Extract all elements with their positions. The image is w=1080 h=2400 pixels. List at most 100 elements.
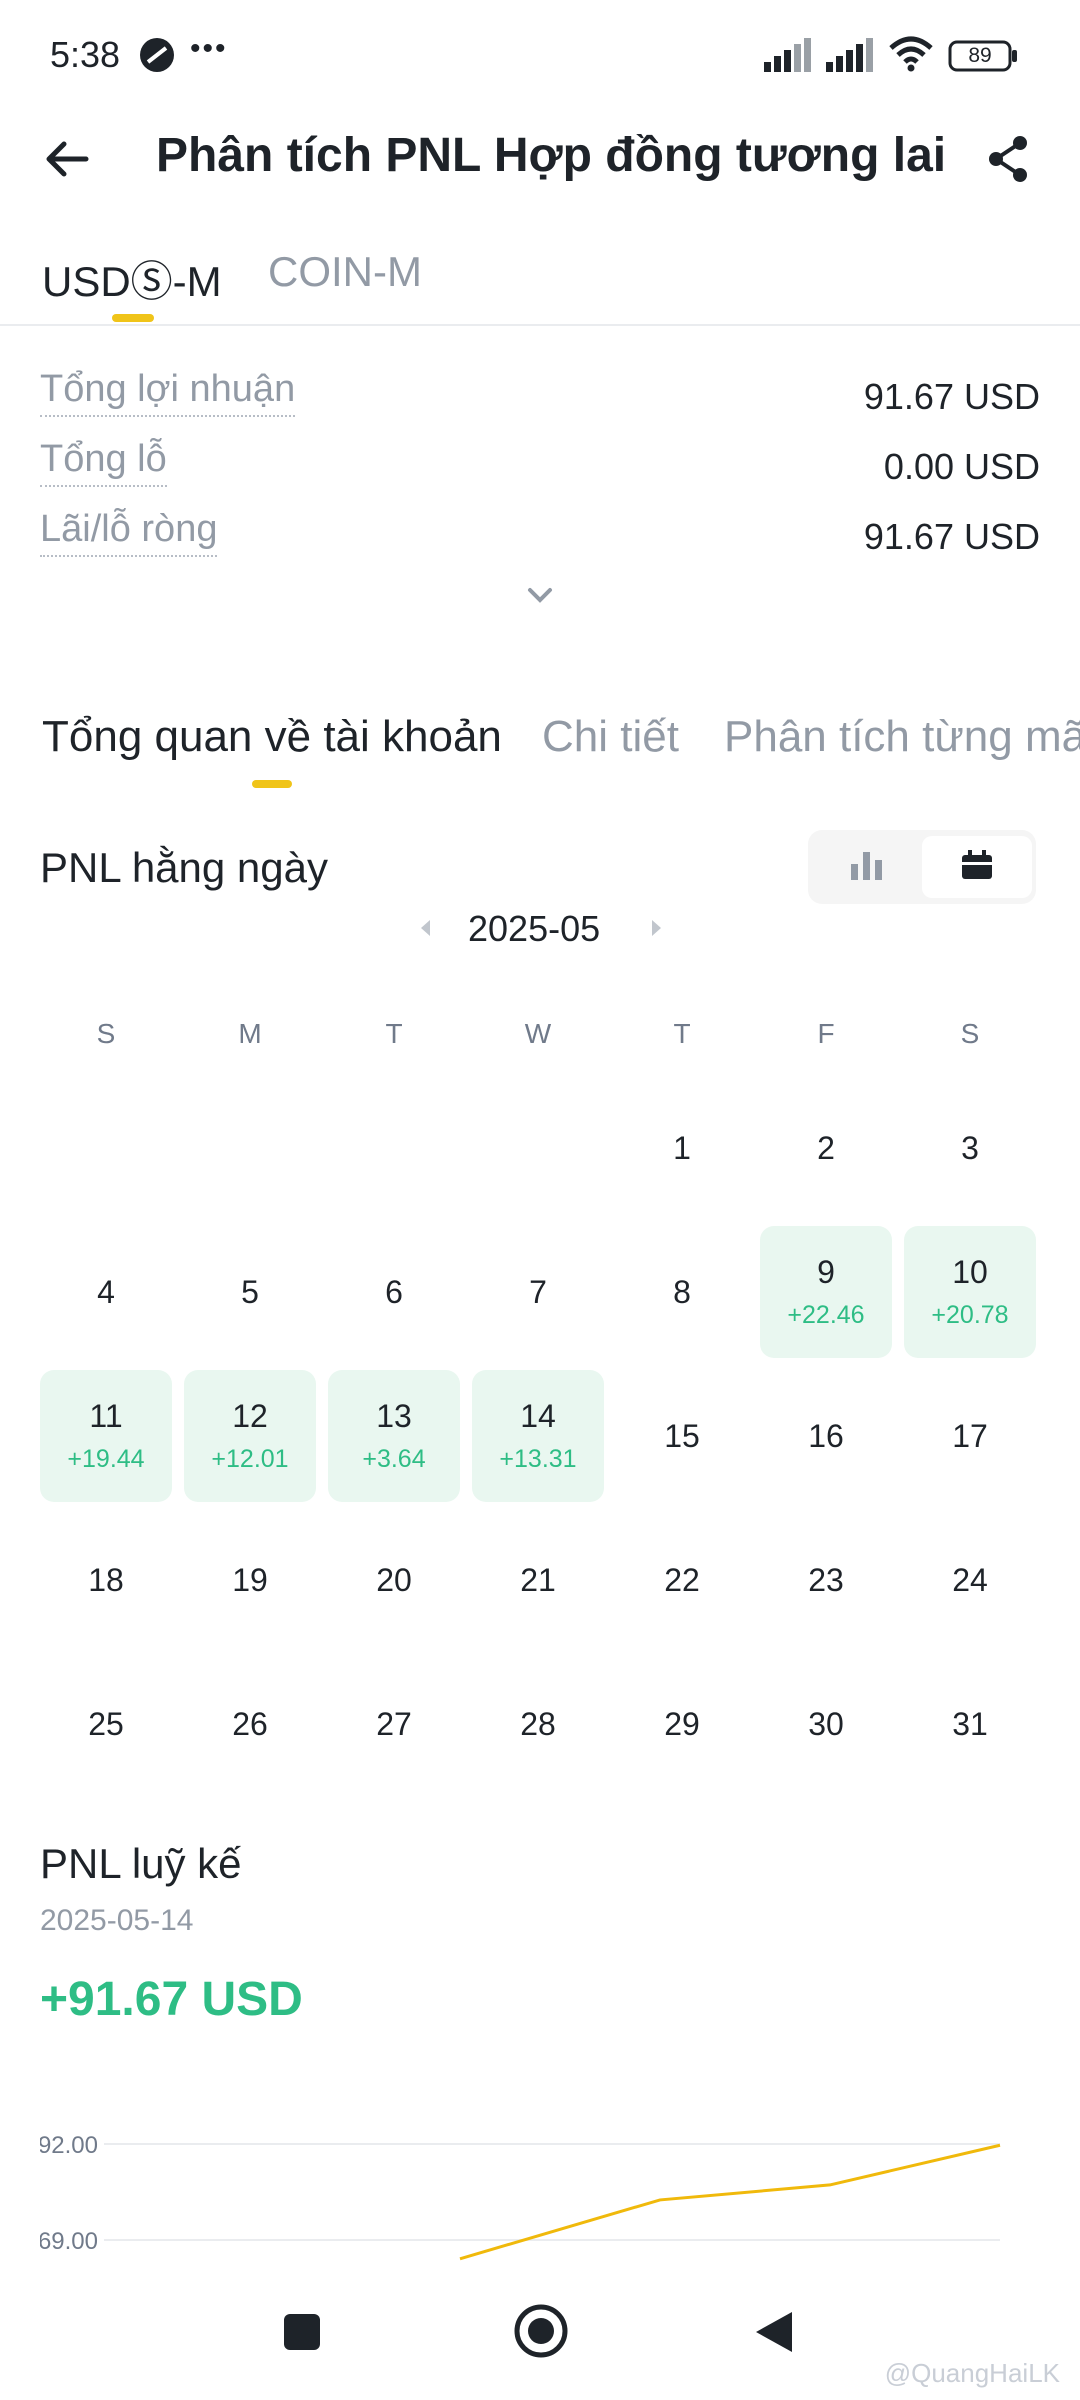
- calendar-day[interactable]: 1: [616, 1082, 748, 1214]
- view-toggle: [808, 830, 1036, 904]
- calendar-day[interactable]: 24: [904, 1514, 1036, 1646]
- day-number: 22: [664, 1561, 700, 1598]
- pnl-series-line: [459, 2143, 1001, 2261]
- day-number: 30: [808, 1705, 844, 1742]
- summary-row-loss: Tổng lỗ 0.00 USD: [40, 438, 1040, 498]
- wifi-icon: [888, 36, 934, 77]
- recent-apps-icon[interactable]: [282, 2312, 322, 2357]
- day-number: 7: [529, 1273, 547, 1310]
- cumulative-pnl-chart: 92.00 69.00: [38, 2100, 1040, 2280]
- calendar-day[interactable]: 11 +19.44: [40, 1370, 172, 1502]
- pnl-line-chart: 92.00 69.00: [38, 2132, 1001, 2261]
- total-loss-label[interactable]: Tổng lỗ: [40, 438, 167, 487]
- tab-per-symbol[interactable]: Phân tích từng mã: [724, 712, 1080, 762]
- calendar-day[interactable]: 4: [40, 1226, 172, 1358]
- calendar-day[interactable]: 28: [472, 1658, 604, 1790]
- back-nav-icon[interactable]: [752, 2308, 796, 2361]
- net-pnl-label[interactable]: Lãi/lỗ ròng: [40, 508, 218, 557]
- day-number: 13: [376, 1398, 412, 1434]
- day-number: 26: [232, 1705, 268, 1742]
- calendar-day[interactable]: 29: [616, 1658, 748, 1790]
- calendar-day[interactable]: 12 +12.01: [184, 1370, 316, 1502]
- calendar-day[interactable]: 25: [40, 1658, 172, 1790]
- day-number: 4: [97, 1273, 115, 1310]
- calendar-day[interactable]: 21: [472, 1514, 604, 1646]
- cumulative-pnl-date: 2025-05-14: [40, 1904, 194, 1937]
- cumulative-pnl-value: +91.67 USD: [40, 1973, 303, 2026]
- calendar-day[interactable]: 23: [760, 1514, 892, 1646]
- total-loss-value: 0.00 USD: [883, 446, 1040, 487]
- calendar-day[interactable]: 26: [184, 1658, 316, 1790]
- calendar-day[interactable]: 5: [184, 1226, 316, 1358]
- calendar-day[interactable]: 3: [904, 1082, 1036, 1214]
- day-pnl-value: +13.31: [499, 1445, 577, 1473]
- prev-month-icon[interactable]: [418, 918, 434, 943]
- calendar-day[interactable]: 6: [328, 1226, 460, 1358]
- back-arrow-icon[interactable]: [42, 134, 92, 189]
- day-number: 15: [664, 1417, 700, 1454]
- day-pnl-value: +12.01: [211, 1445, 289, 1473]
- calendar-day[interactable]: 9 +22.46: [760, 1226, 892, 1358]
- calendar-day[interactable]: 7: [472, 1226, 604, 1358]
- bar-chart-view-button[interactable]: [812, 836, 922, 898]
- day-pnl-value: +20.78: [931, 1301, 1009, 1329]
- day-number: 9: [817, 1254, 835, 1290]
- day-number: 5: [241, 1273, 259, 1310]
- day-number: 24: [952, 1561, 988, 1598]
- day-number: 19: [232, 1561, 268, 1598]
- home-icon[interactable]: [512, 2302, 570, 2365]
- day-number: 21: [520, 1561, 556, 1598]
- calendar-day[interactable]: 31: [904, 1658, 1036, 1790]
- day-number: 1: [673, 1129, 691, 1166]
- tab-account-overview[interactable]: Tổng quan về tài khoản: [42, 712, 502, 762]
- calendar-day[interactable]: 22: [616, 1514, 748, 1646]
- y-tick-label: 69.00: [40, 2228, 98, 2255]
- calendar-day[interactable]: 18: [40, 1514, 172, 1646]
- day-number: 2: [817, 1129, 835, 1166]
- weekday-label: T: [673, 1018, 691, 1049]
- calendar-day[interactable]: 13 +3.64: [328, 1370, 460, 1502]
- day-number: 28: [520, 1705, 556, 1742]
- weekday-label: S: [96, 1018, 116, 1049]
- weekday-label: M: [238, 1018, 262, 1049]
- calendar-day[interactable]: 30: [760, 1658, 892, 1790]
- day-number: 20: [376, 1561, 412, 1598]
- day-number: 31: [952, 1705, 988, 1742]
- calendar-day[interactable]: 16: [760, 1370, 892, 1502]
- calendar-day[interactable]: 8: [616, 1226, 748, 1358]
- summary-row-profit: Tổng lợi nhuận 91.67 USD: [40, 368, 1040, 428]
- section-tabs: Tổng quan về tài khoản Chi tiết Phân tíc…: [0, 700, 1080, 780]
- total-profit-label[interactable]: Tổng lợi nhuận: [40, 368, 296, 417]
- share-icon[interactable]: [986, 134, 1030, 189]
- day-pnl-value: +19.44: [67, 1445, 145, 1473]
- calendar-day[interactable]: 20: [328, 1514, 460, 1646]
- calendar-day[interactable]: 15: [616, 1370, 748, 1502]
- day-pnl-value: +22.46: [787, 1301, 865, 1329]
- moon-icon: [138, 36, 176, 79]
- day-number: 18: [88, 1561, 124, 1598]
- tab-details[interactable]: Chi tiết: [542, 712, 679, 762]
- calendar-day[interactable]: 17: [904, 1370, 1036, 1502]
- tab-usds-m[interactable]: USDⓈ-M: [42, 248, 222, 309]
- weekday-label: W: [524, 1018, 552, 1049]
- status-bar: 5:38 ••• 89: [0, 0, 1080, 110]
- expand-chevron-icon[interactable]: [522, 582, 558, 613]
- day-number: 23: [808, 1561, 844, 1598]
- net-pnl-value: 91.67 USD: [863, 516, 1040, 557]
- next-month-icon[interactable]: [648, 918, 664, 943]
- calendar-day[interactable]: 19: [184, 1514, 316, 1646]
- active-tab-indicator: [112, 314, 154, 322]
- bar-chart-icon: [849, 850, 885, 885]
- weekday-label: S: [960, 1018, 980, 1049]
- calendar-day[interactable]: 27: [328, 1658, 460, 1790]
- day-number: 14: [520, 1398, 556, 1434]
- calendar-day[interactable]: 14 +13.31: [472, 1370, 604, 1502]
- calendar-view-button[interactable]: [922, 836, 1032, 898]
- watermark: @QuangHaiLK: [884, 2358, 1060, 2388]
- day-number: 27: [376, 1705, 412, 1742]
- daily-pnl-title: PNL hằng ngày: [40, 844, 328, 891]
- calendar-day[interactable]: 2: [760, 1082, 892, 1214]
- battery-level: 89: [968, 44, 992, 67]
- calendar-day[interactable]: 10 +20.78: [904, 1226, 1036, 1358]
- tab-coin-m[interactable]: COIN-M: [268, 248, 422, 296]
